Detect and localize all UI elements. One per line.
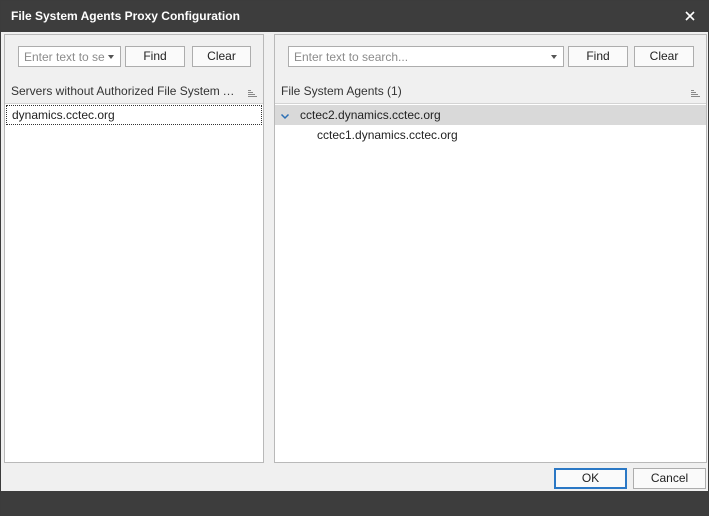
chevron-down-icon[interactable]	[547, 47, 563, 66]
right-column-header[interactable]: File System Agents (1)	[275, 79, 706, 104]
tree-child-label: cctec1.dynamics.cctec.org	[317, 128, 458, 142]
list-item-label: dynamics.cctec.org	[12, 108, 115, 122]
sort-icon[interactable]	[248, 87, 257, 97]
right-search-combo[interactable]	[288, 46, 564, 67]
right-toolbar: Find Clear	[275, 35, 706, 80]
expand-chevron-icon[interactable]	[279, 105, 291, 125]
right-panel: Find Clear File System Agents (1) cctec2…	[274, 34, 707, 463]
right-find-button[interactable]: Find	[568, 46, 628, 67]
right-search-input[interactable]	[289, 47, 548, 66]
right-column-header-label: File System Agents (1)	[281, 84, 402, 98]
cancel-button[interactable]: Cancel	[633, 468, 706, 489]
tree-group-row[interactable]: cctec2.dynamics.cctec.org	[275, 105, 706, 125]
status-bar	[1, 491, 708, 515]
left-column-header-label: Servers without Authorized File System A…	[11, 84, 241, 98]
left-search-combo[interactable]	[18, 46, 121, 67]
left-toolbar: Find Clear	[5, 35, 263, 80]
tree-child-row[interactable]: cctec1.dynamics.cctec.org	[275, 125, 706, 145]
left-clear-button[interactable]: Clear	[192, 46, 251, 67]
close-icon[interactable]	[680, 6, 700, 26]
list-item[interactable]: dynamics.cctec.org	[6, 105, 262, 125]
sort-icon[interactable]	[691, 87, 700, 97]
dialog-window: File System Agents Proxy Configuration F…	[0, 0, 709, 516]
ok-button[interactable]: OK	[554, 468, 627, 489]
dialog-title: File System Agents Proxy Configuration	[11, 9, 240, 23]
title-bar[interactable]: File System Agents Proxy Configuration	[1, 1, 708, 32]
left-panel: Find Clear Servers without Authorized Fi…	[4, 34, 264, 463]
chevron-down-icon[interactable]	[104, 47, 120, 66]
right-clear-button[interactable]: Clear	[634, 46, 694, 67]
tree-group-label: cctec2.dynamics.cctec.org	[300, 108, 441, 122]
left-column-header[interactable]: Servers without Authorized File System A…	[5, 79, 263, 104]
left-search-input[interactable]	[19, 47, 105, 66]
left-find-button[interactable]: Find	[125, 46, 185, 67]
